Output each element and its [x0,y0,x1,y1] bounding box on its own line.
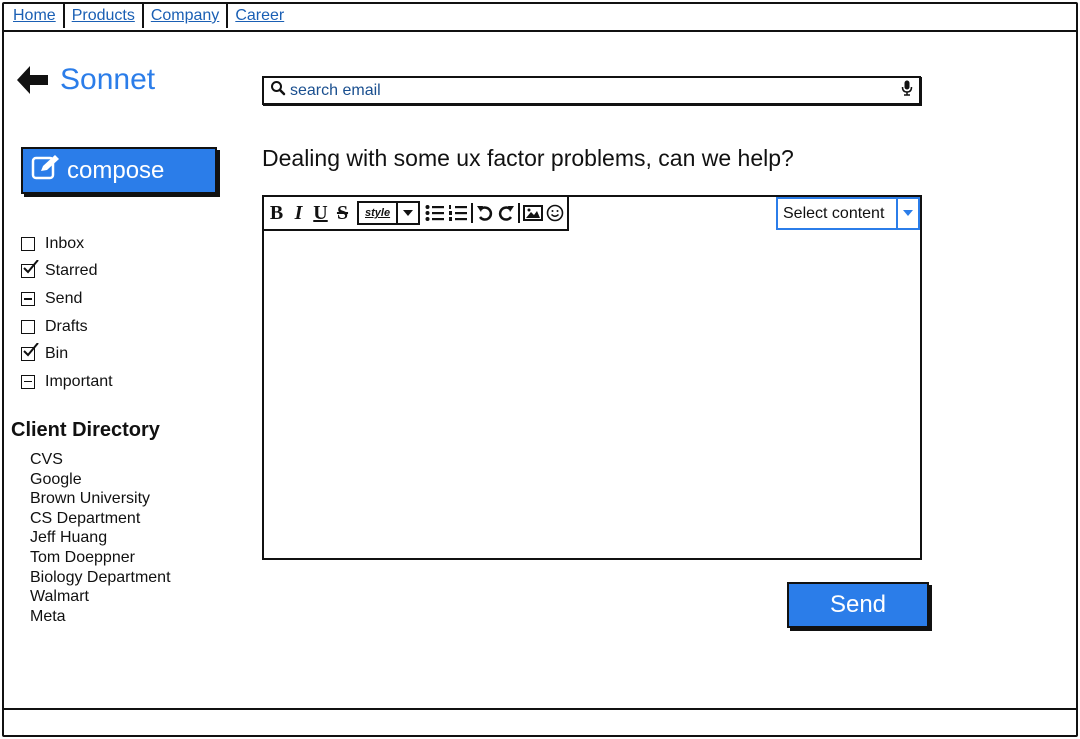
client-item[interactable]: Biology Department [30,568,171,588]
undo-icon[interactable] [476,204,494,222]
client-directory-list: CVS Google Brown University CS Departmen… [30,450,171,626]
content-select-dropdown[interactable]: Select content [776,197,920,230]
client-item[interactable]: Brown University [30,489,171,509]
numbered-list-icon[interactable] [448,204,468,222]
folder-label: Bin [45,345,69,363]
nav-link-career[interactable]: Career [228,4,291,28]
top-navigation: Home Products Company Career [2,2,1078,32]
send-button[interactable]: Send [787,582,929,628]
search-icon [270,80,286,101]
client-item[interactable]: Google [30,470,171,490]
folder-item-important[interactable]: Important [21,368,113,396]
select-label: Select content [783,204,885,222]
nav-link-home[interactable]: Home [6,4,65,28]
folder-label: Drafts [45,317,88,335]
client-item[interactable]: CVS [30,450,171,470]
folder-label: Inbox [45,234,85,252]
folder-item-inbox[interactable]: Inbox [21,230,113,258]
folder-label: Send [45,289,83,307]
underline-button[interactable]: U [311,202,330,225]
bullet-list-icon[interactable] [425,204,445,222]
nav-link-company[interactable]: Company [144,4,229,28]
edit-icon [31,153,61,188]
chevron-down-icon [398,203,418,223]
compose-button[interactable]: compose [21,147,217,194]
microphone-icon[interactable] [901,80,913,101]
page-headline: Dealing with some ux factor problems, ca… [262,145,794,171]
back-arrow-icon[interactable] [14,62,50,98]
client-directory-title: Client Directory [11,419,160,441]
compose-label: compose [67,156,165,184]
nav-link-products[interactable]: Products [65,4,144,28]
client-item[interactable]: Tom Doeppner [30,548,171,568]
client-item[interactable]: Meta [30,607,171,627]
redo-icon[interactable] [497,204,515,222]
rich-text-editor: B I U S style Select content [262,195,922,560]
search-input[interactable] [290,81,901,100]
folder-item-send[interactable]: Send [21,285,113,313]
style-label: style [359,203,399,223]
app-title: Sonnet [60,63,156,96]
message-body-textarea[interactable] [264,231,920,558]
bold-button[interactable]: B [267,202,286,225]
toolbar-divider [471,203,474,223]
checkbox-indeterminate-icon[interactable] [21,291,35,306]
folder-item-starred[interactable]: Starred [21,258,113,286]
client-item[interactable]: Jeff Huang [30,528,171,548]
client-item[interactable]: Walmart [30,587,171,607]
folder-label: Starred [45,262,98,280]
folder-list: Inbox Starred Send Drafts Bin Important [21,230,113,396]
footer-bar [2,708,1078,737]
checkbox-indeterminate-icon[interactable] [21,374,35,389]
emoji-icon[interactable] [546,204,564,222]
style-dropdown[interactable]: style [357,201,421,225]
client-item[interactable]: CS Department [30,509,171,529]
strikethrough-button[interactable]: S [333,202,352,225]
checkbox-checked-icon[interactable] [21,343,39,362]
checkbox-icon[interactable] [21,236,35,251]
checkbox-icon[interactable] [21,319,35,334]
folder-label: Important [45,372,113,390]
toolbar-divider [518,203,521,223]
image-icon[interactable] [523,205,544,221]
checkbox-checked-icon[interactable] [21,260,39,279]
search-bar [262,76,921,105]
folder-item-bin[interactable]: Bin [21,340,113,368]
chevron-down-icon [896,199,918,228]
folder-item-drafts[interactable]: Drafts [21,313,113,341]
italic-button[interactable]: I [289,202,308,225]
editor-toolbar: B I U S style [264,197,570,231]
app-logo: Sonnet [14,62,155,98]
